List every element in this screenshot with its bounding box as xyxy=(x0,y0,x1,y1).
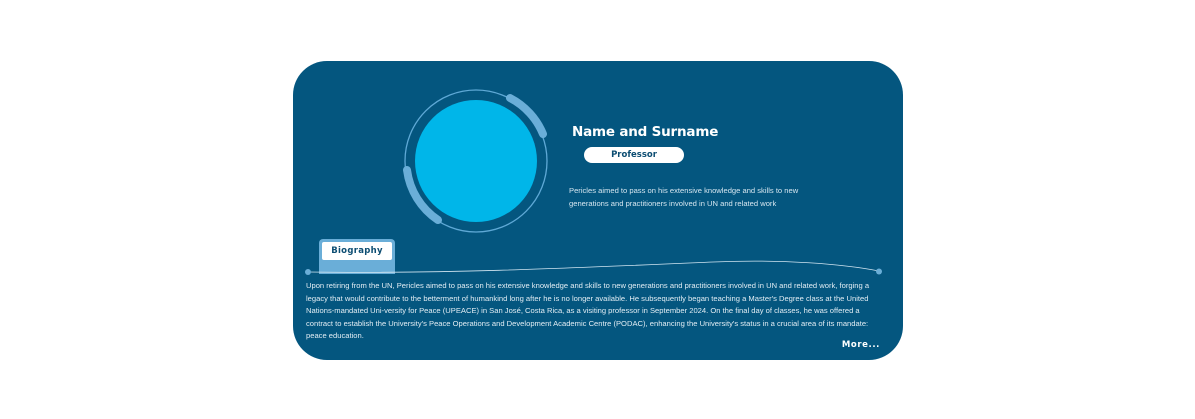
timeline-start-dot xyxy=(305,269,311,275)
more-link[interactable]: More... xyxy=(842,340,880,350)
biography-text: Upon retiring from the UN, Pericles aime… xyxy=(306,281,870,341)
profile-name: Name and Surname xyxy=(572,124,719,140)
role-badge: Professor xyxy=(584,147,684,163)
profile-summary: Pericles aimed to pass on his extensive … xyxy=(569,186,799,208)
timeline-divider xyxy=(305,260,882,275)
profile-card: Name and Surname Professor Pericles aime… xyxy=(293,61,903,360)
timeline-end-dot xyxy=(876,268,882,275)
avatar xyxy=(401,87,551,237)
avatar-ring-icon xyxy=(403,89,548,233)
